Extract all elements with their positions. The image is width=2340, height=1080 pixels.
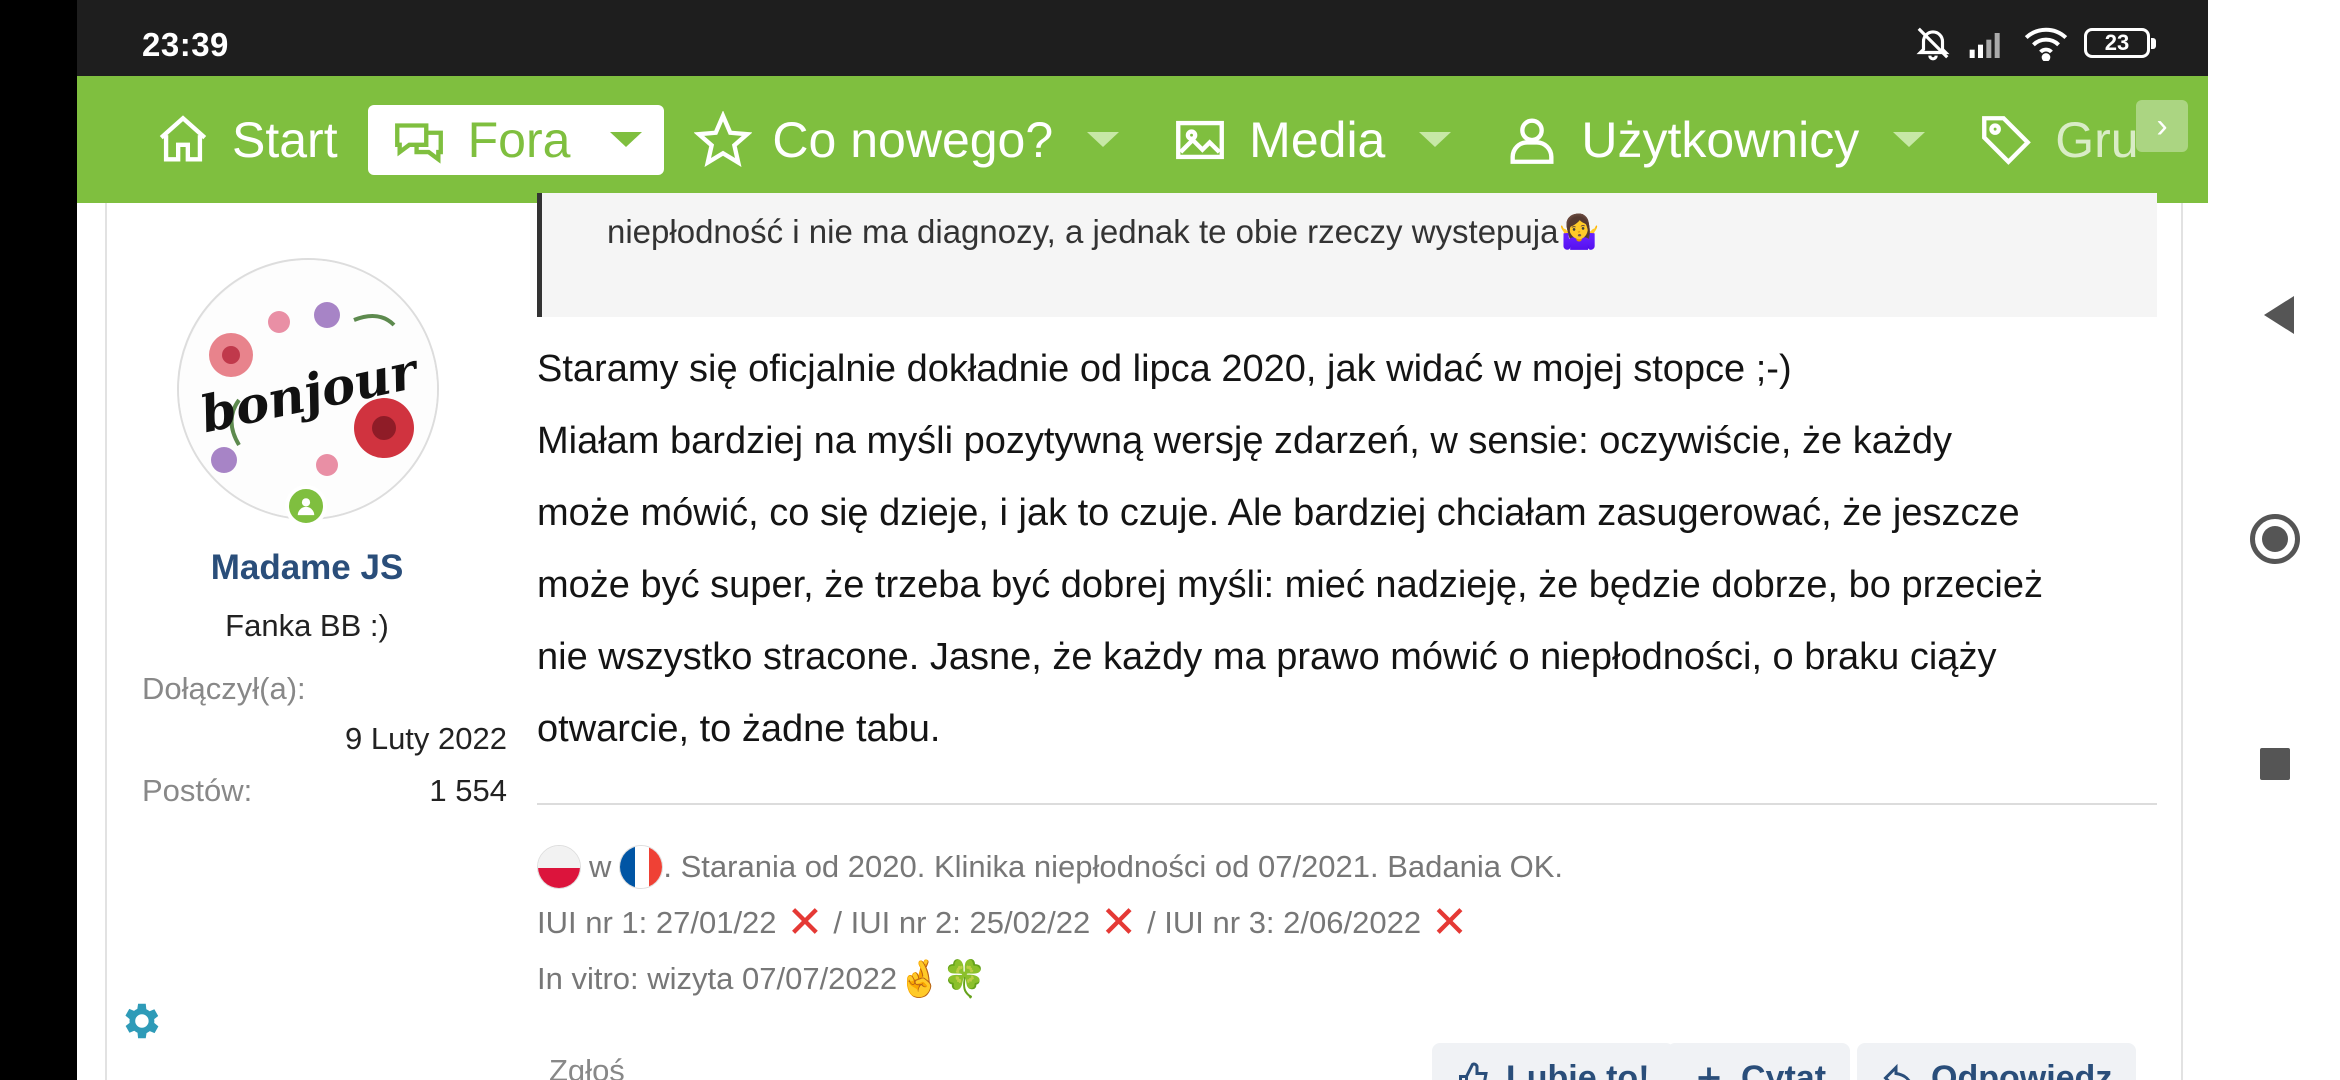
nav-label: Użytkownicy bbox=[1581, 111, 1860, 168]
gear-icon[interactable] bbox=[117, 998, 163, 1044]
signature-line: w . Starania od 2020. Klinika niepłodnoś… bbox=[537, 839, 2157, 895]
joined-label: Dołączył(a): bbox=[142, 671, 306, 706]
star-icon bbox=[694, 110, 753, 167]
nav-scroll-right-button[interactable]: › bbox=[2136, 100, 2188, 152]
nav-media[interactable]: Media bbox=[1149, 105, 1473, 175]
signature-w: w bbox=[589, 849, 612, 884]
message-line: nie wszystko stracone. Jasne, że każdy m… bbox=[537, 636, 1997, 678]
reply-button[interactable]: Odpowiedz bbox=[1857, 1043, 2137, 1080]
signal-icon bbox=[1969, 33, 2000, 58]
recent-apps-icon[interactable] bbox=[2260, 748, 2290, 780]
plus-icon bbox=[1698, 1067, 1720, 1080]
screen: 23:39 23 Start Fora Co nowego? Media Uży… bbox=[0, 0, 2340, 1080]
user-icon bbox=[1510, 117, 1554, 164]
browser-page: 23:39 23 Start Fora Co nowego? Media Uży… bbox=[77, 0, 2208, 1080]
status-bar: 23:39 23 bbox=[77, 0, 2208, 76]
home-button-icon[interactable] bbox=[2250, 514, 2300, 564]
quote-block: niepłodność i nie ma diagnozy, a jednak … bbox=[537, 193, 2157, 317]
signature-text: IUI nr 1: 27/01/22 bbox=[537, 905, 777, 940]
poland-flag-icon bbox=[537, 845, 581, 889]
wifi-icon bbox=[2024, 27, 2068, 61]
username[interactable]: Madame JS bbox=[107, 548, 507, 588]
nav-start[interactable]: Start bbox=[132, 105, 360, 175]
user-title: Fanka BB :) bbox=[225, 608, 389, 643]
signature-line: IUI nr 1: 27/01/22 ✕ / IUI nr 2: 25/02/2… bbox=[537, 895, 2157, 951]
like-label: Lubię to! bbox=[1506, 1058, 1650, 1080]
message-line: Miałam bardziej na myśli pozytywną wersj… bbox=[537, 420, 1952, 462]
battery-level: 23 bbox=[2104, 30, 2130, 55]
chevron-down-icon[interactable] bbox=[1087, 132, 1120, 147]
avatar-image: bonjour bbox=[179, 260, 437, 518]
user-info: bonjour Madame JS Fanka BB :) Dołączył(a… bbox=[107, 203, 507, 1080]
like-button[interactable]: Lubię to! bbox=[1432, 1043, 1674, 1080]
chevron-down-icon[interactable] bbox=[610, 132, 643, 147]
nav-uzytkownicy[interactable]: Użytkownicy bbox=[1481, 105, 1947, 175]
back-icon[interactable] bbox=[2264, 296, 2294, 334]
signature-text: . Starania od 2020. Klinika niepłodności… bbox=[663, 849, 1564, 884]
nav-label: Gru bbox=[2055, 111, 2139, 168]
chevron-down-icon[interactable] bbox=[1419, 132, 1452, 147]
tag-icon bbox=[1982, 115, 2032, 165]
avatar[interactable]: bonjour bbox=[177, 258, 439, 520]
home-icon bbox=[159, 114, 207, 162]
status-icons: 23 bbox=[1914, 24, 2156, 62]
message-line: może mówić, co się dzieje, i jak to czuj… bbox=[537, 492, 2020, 534]
message-line: otwarcie, to żadne tabu. bbox=[537, 708, 941, 750]
signature-text: In vitro: wizyta 07/07/2022 bbox=[537, 961, 898, 996]
signature: w . Starania od 2020. Klinika niepłodnoś… bbox=[537, 839, 2157, 1007]
mute-bell-icon bbox=[1916, 27, 1950, 61]
posts-label: Postów: bbox=[142, 773, 253, 808]
clover-icon: 🍀 bbox=[941, 958, 987, 999]
chat-icon bbox=[394, 122, 443, 164]
quote-text: niepłodność i nie ma diagnozy, a jednak … bbox=[607, 213, 1600, 250]
posts-value[interactable]: 1 554 bbox=[429, 773, 507, 809]
system-navigation-bar bbox=[2208, 0, 2340, 1080]
message-body: Staramy się oficjalnie dokładnie od lipc… bbox=[537, 333, 2177, 765]
nav-label: Start bbox=[232, 111, 338, 168]
crossed-fingers-icon: 🤞 bbox=[897, 958, 942, 999]
quote-label: Cytat bbox=[1741, 1058, 1827, 1080]
signature-text: / IUI nr 3: 2/06/2022 bbox=[1147, 905, 1422, 940]
cross-mark-icon: ✕ bbox=[1431, 898, 1468, 947]
nav-label: Media bbox=[1249, 111, 1386, 168]
thumbs-up-icon bbox=[1459, 1062, 1488, 1080]
message-content: niepłodność i nie ma diagnozy, a jednak … bbox=[537, 193, 2157, 1080]
signature-divider bbox=[537, 803, 2157, 805]
nav-co-nowego[interactable]: Co nowego? bbox=[672, 105, 1141, 175]
forum-post: bonjour Madame JS Fanka BB :) Dołączył(a… bbox=[105, 193, 2183, 1080]
cross-mark-icon: ✕ bbox=[786, 898, 824, 947]
message-line: może być super, że trzeba być dobrej myś… bbox=[537, 564, 2043, 606]
report-link[interactable]: Zgłoś bbox=[549, 1053, 625, 1080]
chevron-down-icon[interactable] bbox=[1893, 132, 1926, 147]
image-icon bbox=[1176, 120, 1225, 159]
battery-icon: 23 bbox=[2084, 28, 2156, 58]
quote-button[interactable]: Cytat bbox=[1667, 1043, 1851, 1080]
nav-label: Co nowego? bbox=[772, 111, 1054, 168]
reply-label: Odpowiedz bbox=[1931, 1058, 2113, 1080]
joined-value: 9 Luty 2022 bbox=[344, 721, 507, 756]
nav-grupy[interactable]: Gru bbox=[1955, 105, 2160, 175]
nav-fora[interactable]: Fora bbox=[367, 104, 665, 175]
signature-text: / IUI nr 2: 25/02/22 bbox=[833, 905, 1091, 940]
nav-label: Fora bbox=[467, 111, 571, 168]
france-flag-icon bbox=[619, 845, 664, 889]
online-status-icon bbox=[285, 485, 327, 527]
cross-mark-icon: ✕ bbox=[1100, 898, 1138, 947]
signature-line: In vitro: wizyta 07/07/2022 🤞 🍀 bbox=[537, 951, 2157, 1007]
message-line: Staramy się oficjalnie dokładnie od lipc… bbox=[537, 348, 1792, 390]
chevron-right-icon: › bbox=[2156, 106, 2168, 145]
reply-icon bbox=[1883, 1063, 1911, 1080]
clock: 23:39 bbox=[142, 26, 229, 63]
main-nav: Start Fora Co nowego? Media Użytkownicy bbox=[77, 76, 2208, 203]
